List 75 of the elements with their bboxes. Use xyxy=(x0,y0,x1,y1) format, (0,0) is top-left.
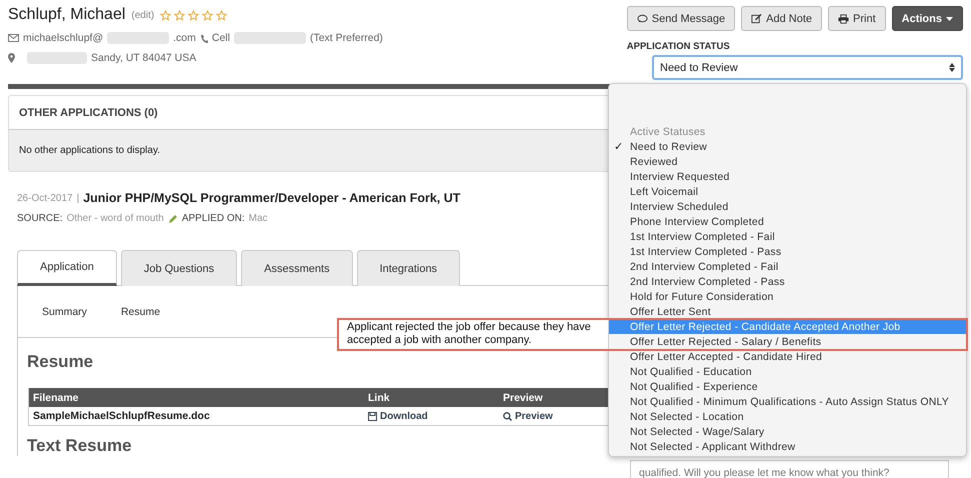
mail-icon xyxy=(8,34,19,42)
phone-icon xyxy=(200,34,208,42)
separator: | xyxy=(76,192,80,204)
tab[interactable]: Application xyxy=(17,250,117,286)
menu-option[interactable]: ✓ Need to Review xyxy=(609,139,966,154)
star-icon[interactable] xyxy=(202,10,214,20)
caret-icon xyxy=(946,16,953,20)
column-header: Filename xyxy=(32,392,80,404)
menu-option[interactable]: Interview Requested xyxy=(609,169,966,184)
menu-option[interactable]: 1st Interview Completed - Fail xyxy=(609,229,966,244)
subtab-link[interactable]: Summary xyxy=(42,306,87,337)
menu-option[interactable]: Not Selected - Wage/Salary xyxy=(609,424,966,439)
candidate-name: Schlupf, Michael xyxy=(8,6,126,24)
menu-option[interactable]: Reviewed xyxy=(609,154,966,169)
star-icon[interactable] xyxy=(174,10,186,20)
job-title: Junior PHP/MySQL Programmer/Developer - American Fork, UT xyxy=(83,191,460,205)
edit-icon xyxy=(751,14,762,24)
menu-option[interactable]: 1st Interview Completed - Pass xyxy=(609,244,966,259)
applied-label: APPLIED ON: xyxy=(182,213,245,224)
location-pin-icon xyxy=(8,53,15,63)
address: Sandy, UT 84047 USA xyxy=(91,52,196,64)
redaction-bar xyxy=(107,32,170,44)
action-button[interactable]: Send Message xyxy=(626,6,736,31)
action-button[interactable]: Print xyxy=(828,6,886,31)
source-label: SOURCE: xyxy=(17,213,63,224)
email-start: michaelschlupf@ xyxy=(23,32,104,44)
column-header: Preview xyxy=(502,392,544,404)
menu-option[interactable]: 2nd Interview Completed - Pass xyxy=(609,274,966,289)
menu-option[interactable]: Not Qualified - Minimum Qualifications - Auto Assign Status ONLY xyxy=(609,394,966,409)
menu-option[interactable]: Left Voicemail xyxy=(609,184,966,199)
edit-link[interactable]: (edit) xyxy=(131,10,154,20)
actions-menu-button[interactable]: Actions xyxy=(892,6,963,31)
status-select[interactable]: Need to Review xyxy=(652,55,963,80)
application-date: 26-Oct-2017 xyxy=(17,192,73,204)
redaction-bar xyxy=(27,52,87,64)
updown-arrows-icon xyxy=(949,63,955,72)
menu-option[interactable]: Offer Letter Accepted - Candidate Hired xyxy=(609,349,966,364)
menu-option[interactable]: Not Selected - Location xyxy=(609,409,966,424)
menu-option[interactable]: Phone Interview Completed xyxy=(609,214,966,229)
menu-option[interactable]: Offer Letter Rejected - Salary / Benefits xyxy=(609,334,966,349)
preview-link[interactable]: Preview xyxy=(499,410,611,422)
menu-option[interactable]: Not Qualified - Experience xyxy=(609,379,966,394)
phone-note: (Text Preferred) xyxy=(310,32,383,44)
phone-label: Cell xyxy=(212,32,230,44)
action-button[interactable]: Add Note xyxy=(741,6,822,31)
printer-icon xyxy=(838,14,850,24)
section-heading: Text Resume xyxy=(27,436,132,456)
star-icon[interactable] xyxy=(216,10,228,20)
section-heading: Resume xyxy=(27,352,94,372)
panel-title: OTHER APPLICATIONS (0) xyxy=(19,106,158,118)
pencil-icon[interactable] xyxy=(168,214,178,224)
status-label: APPLICATION STATUS xyxy=(626,41,730,52)
subtab-link[interactable]: Resume xyxy=(120,306,160,337)
menu-option[interactable]: Hold for Future Consideration xyxy=(609,289,966,304)
menu-option[interactable]: Not Qualified - Education xyxy=(609,364,966,379)
search-icon xyxy=(503,412,512,420)
source-value: Other - word of mouth xyxy=(66,213,164,224)
download-link[interactable]: Download xyxy=(364,410,499,422)
tab[interactable]: Assessments xyxy=(241,250,353,286)
chat-icon xyxy=(636,14,648,24)
tab[interactable]: Integrations xyxy=(356,250,460,286)
menu-option[interactable]: 2nd Interview Completed - Fail xyxy=(609,259,966,274)
note-text: qualified. Will you please let me know what you think? xyxy=(639,467,890,478)
menu-group-header: Active Statuses xyxy=(629,124,706,139)
empty-message: No other applications to display. xyxy=(19,145,160,156)
menu-option[interactable]: Offer Letter Sent xyxy=(609,304,966,319)
tab[interactable]: Job Questions xyxy=(120,250,238,286)
menu-option[interactable]: Interview Scheduled xyxy=(609,199,966,214)
applied-value: Mac xyxy=(248,213,268,224)
column-header: Link xyxy=(367,392,391,404)
email-end: .com xyxy=(173,32,196,44)
star-icon[interactable] xyxy=(160,10,172,20)
filename-cell-text: SampleMichaelSchlupfResume.doc xyxy=(32,410,211,422)
menu-option[interactable]: Not Selected - Applicant Withdrew xyxy=(609,439,966,454)
star-icon[interactable] xyxy=(188,10,200,20)
